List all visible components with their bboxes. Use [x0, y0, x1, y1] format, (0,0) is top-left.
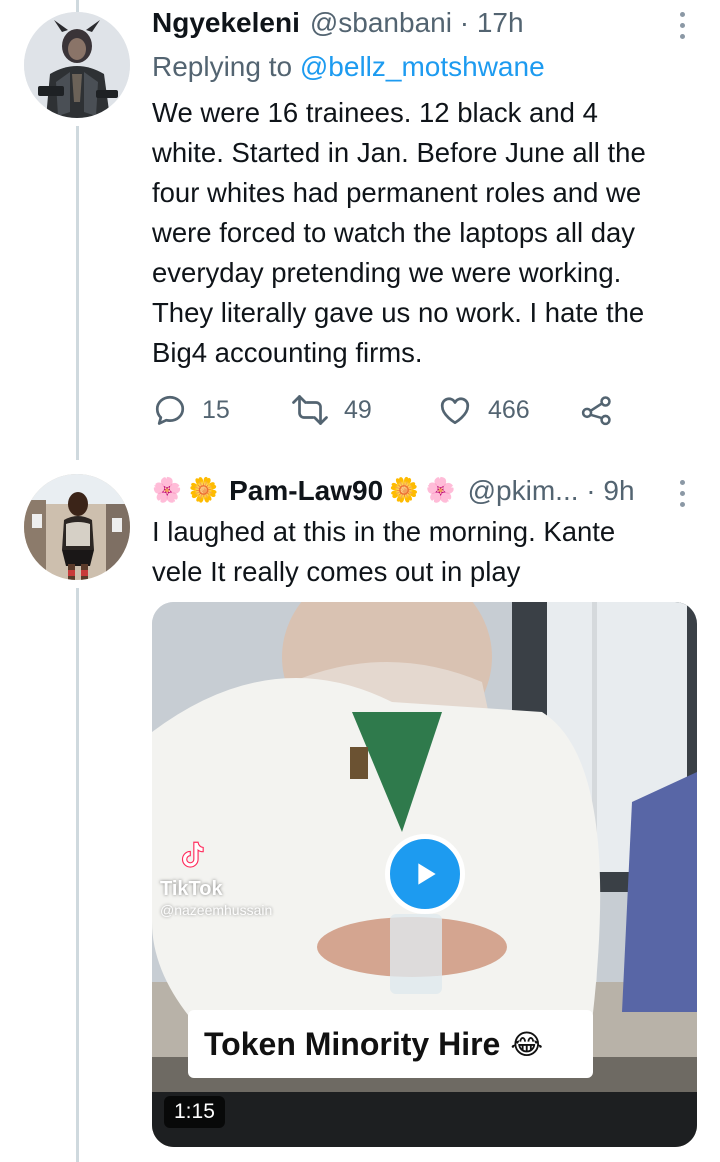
- reply-button[interactable]: 15: [152, 392, 230, 428]
- more-dot-icon: [679, 12, 685, 17]
- tweet-text-line: I laughed at this in the morning. Kante: [152, 516, 616, 547]
- mention-link[interactable]: @bellz_motshwane: [300, 51, 545, 82]
- tiktok-handle: @nazeemhussain: [160, 902, 273, 918]
- name-emoji-suffix: 🌼 🌸: [389, 477, 456, 504]
- retweet-button[interactable]: 49: [290, 392, 372, 428]
- username[interactable]: @sbanbani: [310, 6, 452, 40]
- tweet-text-line: They literally gave us no work. I hate t…: [152, 297, 645, 328]
- tiktok-brand: TikTok: [160, 878, 223, 900]
- tweet-text: We were 16 trainees. 12 black and 4 whit…: [152, 93, 707, 373]
- more-options-button[interactable]: [678, 12, 686, 39]
- tweet-header: 🌸 🌼 Pam-Law90 🌼 🌸 @pkim... · 9h: [152, 474, 635, 508]
- separator: ·: [578, 475, 604, 506]
- share-button[interactable]: [580, 392, 614, 428]
- retweet-icon: [292, 395, 328, 425]
- reply-count: 15: [202, 395, 230, 424]
- timestamp[interactable]: 9h: [603, 474, 634, 508]
- tweet-text-line: Big4 accounting firms.: [152, 337, 423, 368]
- laughing-emoji: 😂: [510, 1028, 544, 1060]
- avatar[interactable]: [24, 474, 130, 580]
- heart-icon: [440, 397, 470, 425]
- tweet-text-line: white. Started in Jan. Before June all t…: [152, 137, 646, 168]
- video-duration: 1:15: [164, 1096, 225, 1128]
- tweet-text-line: were forced to watch the laptops all day: [152, 217, 636, 248]
- tweet-text-line: everyday pretending we were working.: [152, 257, 622, 288]
- video-player[interactable]: TikTok @nazeemhussain Token Minority Hir…: [152, 602, 697, 1147]
- avatar-armored-character-icon: [24, 12, 130, 118]
- avatar[interactable]: [24, 12, 130, 118]
- play-button[interactable]: [385, 834, 465, 914]
- more-dot-icon: [679, 480, 685, 485]
- caption-text: Token Minority Hire: [204, 1025, 501, 1062]
- reply-icon: [155, 395, 185, 425]
- replying-to: Replying to @bellz_motshwane: [152, 50, 545, 84]
- share-icon: [581, 396, 611, 426]
- more-dot-icon: [679, 502, 685, 507]
- tweet-header: Ngyekeleni @sbanbani · 17h: [152, 6, 524, 40]
- display-name[interactable]: Pam-Law90: [229, 474, 383, 508]
- retweet-count: 49: [344, 395, 372, 424]
- more-dot-icon: [679, 34, 685, 39]
- video-caption: Token Minority Hire 😂: [188, 1010, 593, 1078]
- play-icon: [418, 863, 436, 885]
- tweet-actions: 15 49 466: [152, 390, 632, 430]
- more-options-button[interactable]: [678, 480, 686, 507]
- separator: ·: [451, 7, 477, 38]
- tweet-ngyekeleni[interactable]: Ngyekeleni @sbanbani · 17h Replying to @…: [0, 0, 720, 450]
- avatar-woman-photo-icon: [24, 474, 130, 580]
- display-name[interactable]: Ngyekeleni: [152, 6, 300, 40]
- tweet-text: I laughed at this in the morning. Kante …: [152, 512, 707, 592]
- tweet-text-line: We were 16 trainees. 12 black and 4: [152, 97, 598, 128]
- username[interactable]: @pkim...: [468, 474, 579, 508]
- tweet-text-line: vele It really comes out in play: [152, 556, 521, 587]
- name-emoji-prefix: 🌸 🌼: [152, 477, 226, 504]
- like-button[interactable]: 466: [436, 392, 530, 428]
- replying-to-label: Replying to: [152, 51, 300, 82]
- more-dot-icon: [679, 23, 685, 28]
- more-dot-icon: [679, 491, 685, 496]
- like-count: 466: [488, 395, 530, 424]
- tweet-text-line: four whites had permanent roles and we: [152, 177, 642, 208]
- timestamp[interactable]: 17h: [477, 6, 524, 40]
- tiktok-icon: [181, 841, 204, 868]
